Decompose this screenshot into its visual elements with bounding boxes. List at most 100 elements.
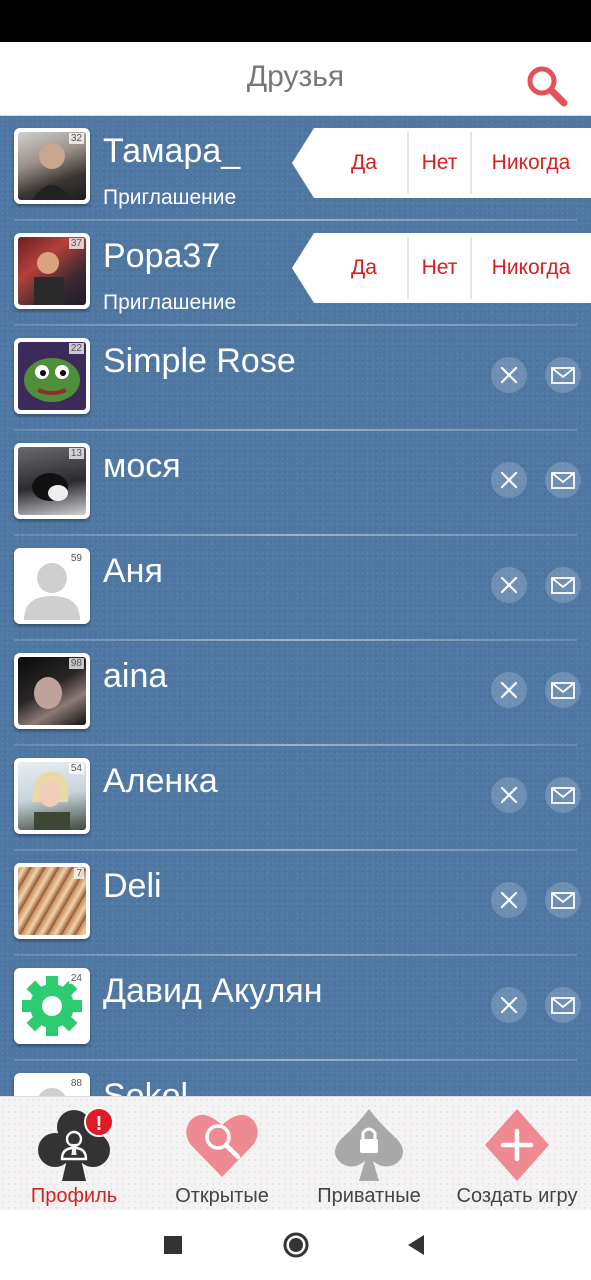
search-button[interactable] bbox=[525, 64, 569, 108]
friend-name: Аленка bbox=[103, 762, 218, 800]
close-icon bbox=[500, 366, 518, 384]
page-title: Друзья bbox=[246, 60, 345, 93]
friend-row[interactable]: 13 мося bbox=[0, 431, 591, 536]
friend-name: aina bbox=[103, 657, 168, 695]
envelope-icon bbox=[551, 472, 575, 489]
avatar[interactable]: 7 bbox=[14, 863, 90, 939]
friend-name: Simple Rose bbox=[103, 342, 296, 380]
friend-row[interactable]: 7 Deli bbox=[0, 851, 591, 956]
remove-friend-button[interactable] bbox=[491, 882, 527, 918]
tab-label: Создать игру bbox=[456, 1185, 578, 1207]
avatar[interactable]: 22 bbox=[14, 338, 90, 414]
friend-row[interactable]: 24 Давид Акулян bbox=[0, 956, 591, 1061]
level-badge: 7 bbox=[74, 868, 84, 879]
system-nav-bar bbox=[0, 1210, 591, 1280]
remove-friend-button[interactable] bbox=[491, 357, 527, 393]
search-icon bbox=[527, 66, 568, 107]
remove-friend-button[interactable] bbox=[491, 672, 527, 708]
recents-icon[interactable] bbox=[158, 1230, 188, 1260]
envelope-icon bbox=[551, 577, 575, 594]
close-icon bbox=[500, 576, 518, 594]
avatar[interactable]: 32 bbox=[14, 128, 90, 204]
invitation-label: Приглашение bbox=[103, 186, 237, 209]
invite-actions: Да Нет Никогда bbox=[292, 128, 591, 198]
home-icon[interactable] bbox=[281, 1230, 311, 1260]
envelope-icon bbox=[551, 997, 575, 1014]
avatar[interactable]: 37 bbox=[14, 233, 90, 309]
level-badge: 37 bbox=[68, 238, 84, 249]
level-badge: 22 bbox=[68, 343, 84, 354]
message-button[interactable] bbox=[545, 882, 581, 918]
message-button[interactable] bbox=[545, 357, 581, 393]
avatar[interactable]: 59 bbox=[14, 548, 90, 624]
friend-row[interactable]: 37 Popa37 Приглашение Да Нет Никогда bbox=[0, 221, 591, 326]
accept-button[interactable]: Да bbox=[324, 128, 404, 198]
remove-friend-button[interactable] bbox=[491, 462, 527, 498]
level-badge: 32 bbox=[68, 133, 84, 144]
remove-friend-button[interactable] bbox=[491, 567, 527, 603]
close-icon bbox=[500, 471, 518, 489]
message-button[interactable] bbox=[545, 672, 581, 708]
status-bar bbox=[0, 0, 591, 42]
notification-badge: ! bbox=[84, 1107, 114, 1137]
friend-row[interactable]: 88 Sokol bbox=[0, 1061, 591, 1096]
tab-private-games[interactable]: Приватные bbox=[295, 1097, 443, 1211]
avatar[interactable]: 98 bbox=[14, 653, 90, 729]
invite-actions: Да Нет Никогда bbox=[292, 233, 591, 303]
level-badge: 98 bbox=[68, 658, 84, 669]
tab-open-games[interactable]: Открытые bbox=[148, 1097, 296, 1211]
tab-create-game[interactable]: Создать игру bbox=[443, 1097, 591, 1211]
avatar[interactable]: 54 bbox=[14, 758, 90, 834]
message-button[interactable] bbox=[545, 987, 581, 1023]
friend-name: Аня bbox=[103, 552, 163, 590]
close-icon bbox=[500, 681, 518, 699]
header: Друзья bbox=[0, 42, 591, 116]
friend-name: Sokol bbox=[103, 1077, 189, 1096]
friend-row[interactable]: 22 Simple Rose bbox=[0, 326, 591, 431]
friend-name: Тамара_ bbox=[103, 132, 241, 170]
level-badge: 59 bbox=[68, 553, 84, 564]
friend-row[interactable]: 98 aina bbox=[0, 641, 591, 746]
message-button[interactable] bbox=[545, 462, 581, 498]
level-badge: 54 bbox=[68, 763, 84, 774]
tab-label: Приватные bbox=[317, 1185, 421, 1207]
avatar[interactable]: 13 bbox=[14, 443, 90, 519]
remove-friend-button[interactable] bbox=[491, 987, 527, 1023]
friends-list[interactable]: 32 Тамара_ Приглашение Да Нет Никогда 37… bbox=[0, 116, 591, 1096]
bottom-tab-bar: ! Профиль Открытые Приватные Создать игр… bbox=[0, 1096, 591, 1210]
accept-button[interactable]: Да bbox=[324, 233, 404, 303]
never-button[interactable]: Никогда bbox=[471, 128, 591, 198]
remove-friend-button[interactable] bbox=[491, 777, 527, 813]
friend-row[interactable]: 59 Аня bbox=[0, 536, 591, 641]
close-icon bbox=[500, 996, 518, 1014]
level-badge: 13 bbox=[68, 448, 84, 459]
friend-row[interactable]: 54 Аленка bbox=[0, 746, 591, 851]
back-icon[interactable] bbox=[402, 1230, 432, 1260]
spade-lock-icon bbox=[335, 1109, 403, 1181]
tab-profile[interactable]: ! Профиль bbox=[0, 1097, 148, 1211]
tab-label: Открытые bbox=[175, 1185, 269, 1207]
tab-label: Профиль bbox=[30, 1185, 118, 1207]
envelope-icon bbox=[551, 787, 575, 804]
envelope-icon bbox=[551, 892, 575, 909]
decline-button[interactable]: Нет bbox=[408, 233, 471, 303]
friend-name: Popa37 bbox=[103, 237, 221, 275]
avatar[interactable]: 88 bbox=[14, 1073, 90, 1096]
message-button[interactable] bbox=[545, 777, 581, 813]
friend-name: мося bbox=[103, 447, 181, 485]
diamond-plus-icon bbox=[485, 1109, 549, 1181]
level-badge: 24 bbox=[68, 973, 84, 984]
decline-button[interactable]: Нет bbox=[408, 128, 471, 198]
never-button[interactable]: Никогда bbox=[471, 233, 591, 303]
close-icon bbox=[500, 786, 518, 804]
heart-search-icon bbox=[186, 1114, 258, 1177]
invitation-label: Приглашение bbox=[103, 291, 237, 314]
envelope-icon bbox=[551, 682, 575, 699]
avatar[interactable]: 24 bbox=[14, 968, 90, 1044]
message-button[interactable] bbox=[545, 567, 581, 603]
friend-name: Deli bbox=[103, 867, 162, 905]
level-badge: 88 bbox=[68, 1078, 84, 1089]
friend-row[interactable]: 32 Тамара_ Приглашение Да Нет Никогда bbox=[0, 116, 591, 221]
close-icon bbox=[500, 891, 518, 909]
envelope-icon bbox=[551, 367, 575, 384]
